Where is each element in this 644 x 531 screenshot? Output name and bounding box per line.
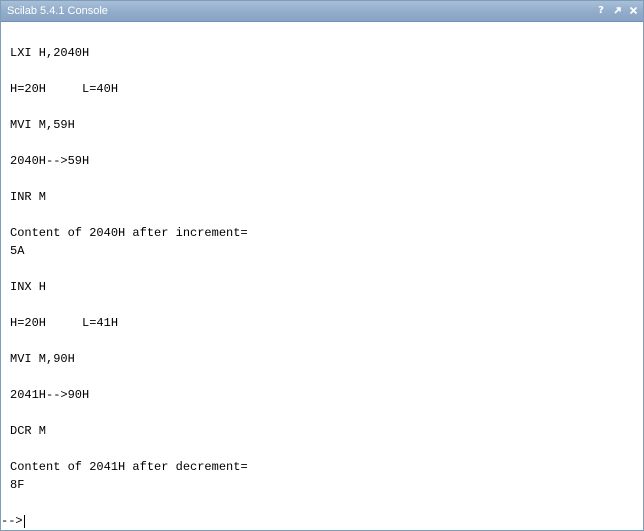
console-output-line: Content of 2040H after increment=	[10, 226, 248, 240]
console-window: Scilab 5.4.1 Console ? LXI H,2040H H=20H …	[0, 0, 644, 531]
console-output-line: MVI M,59H	[10, 118, 75, 132]
title-controls: ?	[595, 4, 639, 18]
console-output-line: MVI M,90H	[10, 352, 75, 366]
console-prompt: -->	[1, 514, 23, 528]
text-cursor	[23, 514, 25, 528]
console-output-line: LXI H,2040H	[10, 46, 90, 60]
console-output-line: 2041H-->90H	[10, 388, 90, 402]
help-button[interactable]: ?	[595, 4, 607, 18]
undock-arrow-icon[interactable]	[611, 4, 623, 18]
console-output-line: 2040H-->59H	[10, 154, 90, 168]
console-prompt-row[interactable]: -->	[1, 512, 641, 530]
console-output-line: INX H	[10, 280, 47, 294]
console-output-line: Content of 2041H after decrement=	[10, 460, 248, 474]
console-output-line: 5A	[10, 244, 25, 258]
console-output-line: 8F	[10, 478, 25, 492]
console-output-line: INR M	[10, 190, 47, 204]
console-output-line: DCR M	[10, 424, 47, 438]
console-output-area[interactable]: LXI H,2040H H=20H L=40H MVI M,59H 2040H-->5…	[1, 22, 643, 530]
window-title: Scilab 5.4.1 Console	[7, 5, 108, 17]
console-output-line: H=20H L=40H	[10, 82, 119, 96]
console-lines: LXI H,2040H H=20H L=40H MVI M,59H 2040H-->5…	[10, 44, 248, 494]
console-output-line: H=20H L=41H	[10, 316, 119, 330]
title-bar[interactable]: Scilab 5.4.1 Console ?	[1, 1, 643, 22]
close-icon[interactable]	[627, 4, 639, 18]
